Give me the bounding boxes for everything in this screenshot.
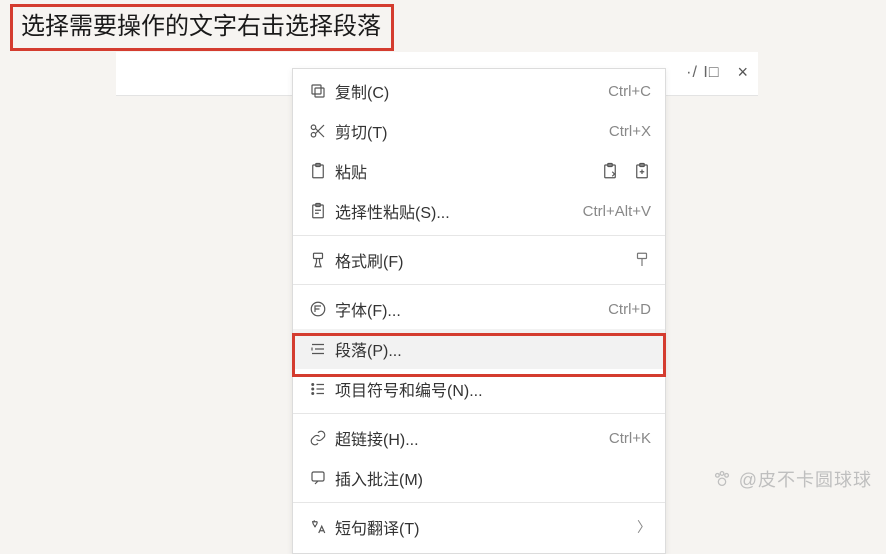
chevron-right-icon: 〉 [637,517,651,537]
menu-paste-special-shortcut: Ctrl+Alt+V [583,203,651,220]
watermark-text: @皮不卡圆球球 [739,466,872,492]
menu-format-painter-label: 格式刷(F) [335,248,633,272]
menu-translate-label: 短句翻译(T) [335,515,631,539]
menu-paste[interactable]: 粘贴 [293,151,665,191]
menu-paste-special-label: 选择性粘贴(S)... [335,199,583,223]
paint-brush-icon [309,251,335,269]
menu-bullets-label: 项目符号和编号(N)... [335,377,651,401]
menu-format-painter[interactable]: 格式刷(F) [293,240,665,280]
menu-hyperlink-shortcut: Ctrl+K [609,430,651,447]
menu-copy-shortcut: Ctrl+C [608,83,651,100]
translate-icon [309,518,335,536]
menu-comment-label: 插入批注(M) [335,466,651,490]
clipboard-icon [309,162,335,180]
menu-separator [293,284,665,285]
instruction-text: 选择需要操作的文字右击选择段落 [21,13,381,40]
menu-copy[interactable]: 复制(C) Ctrl+C [293,71,665,111]
menu-font-shortcut: Ctrl+D [608,301,651,318]
menu-paragraph[interactable]: 段落(P)... [293,329,665,369]
menu-cut[interactable]: 剪切(T) Ctrl+X [293,111,665,151]
menu-bullets[interactable]: 项目符号和编号(N)... [293,369,665,409]
format-painter-trailing-icon [633,251,651,269]
menu-cut-shortcut: Ctrl+X [609,123,651,140]
menu-hyperlink[interactable]: 超链接(H)... Ctrl+K [293,418,665,458]
menu-paragraph-label: 段落(P)... [335,337,651,361]
menu-paste-label: 粘贴 [335,159,601,183]
context-menu: 复制(C) Ctrl+C 剪切(T) Ctrl+X 粘贴 选择性粘贴(S)...… [292,68,666,554]
menu-separator [293,502,665,503]
clipboard-special-icon [309,202,335,220]
menu-font[interactable]: 字体(F)... Ctrl+D [293,289,665,329]
menu-hyperlink-label: 超链接(H)... [335,426,609,450]
menu-paste-special[interactable]: 选择性粘贴(S)... Ctrl+Alt+V [293,191,665,231]
paste-option1-icon[interactable] [601,162,619,180]
paste-option2-icon[interactable] [633,162,651,180]
paw-icon [711,468,733,490]
instruction-callout: 选择需要操作的文字右击选择段落 [10,4,394,51]
watermark: @皮不卡圆球球 [711,466,872,492]
menu-comment[interactable]: 插入批注(M) [293,458,665,498]
font-icon [309,300,335,318]
paragraph-icon [309,340,335,358]
menu-separator [293,235,665,236]
menu-separator [293,413,665,414]
comment-icon [309,469,335,487]
menu-translate[interactable]: 短句翻译(T) 〉 [293,507,665,547]
link-icon [309,429,335,447]
copy-icon [309,82,335,100]
menu-font-label: 字体(F)... [335,297,608,321]
close-icon[interactable]: × [737,62,748,83]
menu-cut-label: 剪切(T) [335,119,609,143]
list-icon [309,380,335,398]
menu-copy-label: 复制(C) [335,79,608,103]
topbar-label: ·/ I□ [686,64,719,82]
scissors-icon [309,122,335,140]
